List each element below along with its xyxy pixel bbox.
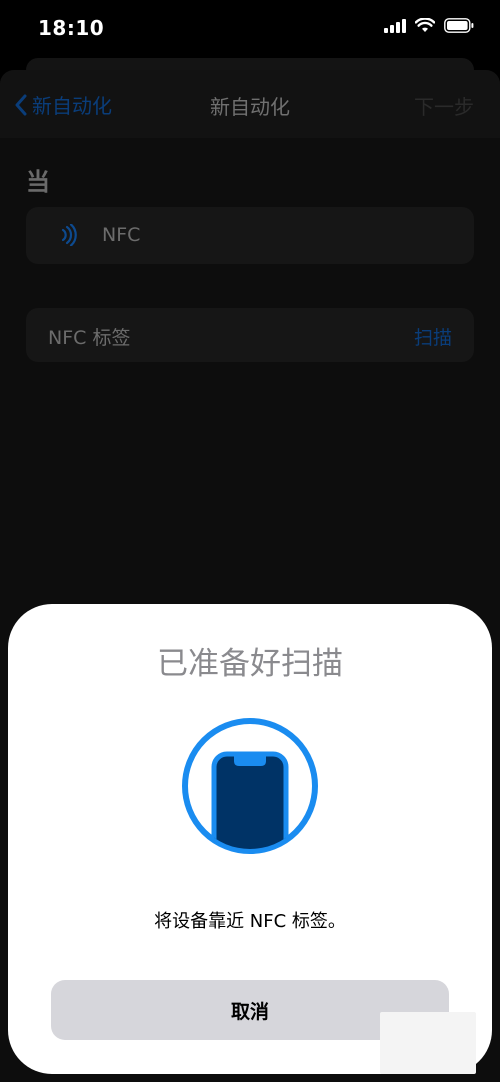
status-bar: 18:10 <box>0 0 500 60</box>
watermark <box>380 1012 476 1074</box>
scan-button[interactable]: 扫描 <box>414 323 452 350</box>
nfc-tag-label: NFC 标签 <box>48 327 131 349</box>
screen: 18:10 新自动化 新自动化 下一步 当 NFC NFC 标签 扫描 已准备好… <box>0 0 500 1082</box>
phone-scan-icon <box>182 718 318 854</box>
navigation-bar: 新自动化 新自动化 下一步 <box>0 70 500 138</box>
nfc-tag-row: NFC 标签 扫描 <box>26 308 474 362</box>
modal-title: 已准备好扫描 <box>157 646 343 682</box>
cellular-signal-icon <box>384 18 406 33</box>
trigger-card-nfc[interactable]: NFC <box>26 207 474 264</box>
status-icons <box>384 18 474 33</box>
trigger-label: NFC <box>102 224 141 246</box>
status-time: 18:10 <box>38 16 105 40</box>
modal-message: 将设备靠近 NFC 标签。 <box>154 911 346 932</box>
wifi-icon <box>415 18 435 32</box>
nfc-icon <box>61 224 77 246</box>
section-header-when: 当 <box>26 168 50 196</box>
next-button[interactable]: 下一步 <box>414 91 474 120</box>
ready-to-scan-modal: 已准备好扫描 将设备靠近 NFC 标签。 取消 <box>8 604 492 1074</box>
battery-icon <box>444 18 474 33</box>
